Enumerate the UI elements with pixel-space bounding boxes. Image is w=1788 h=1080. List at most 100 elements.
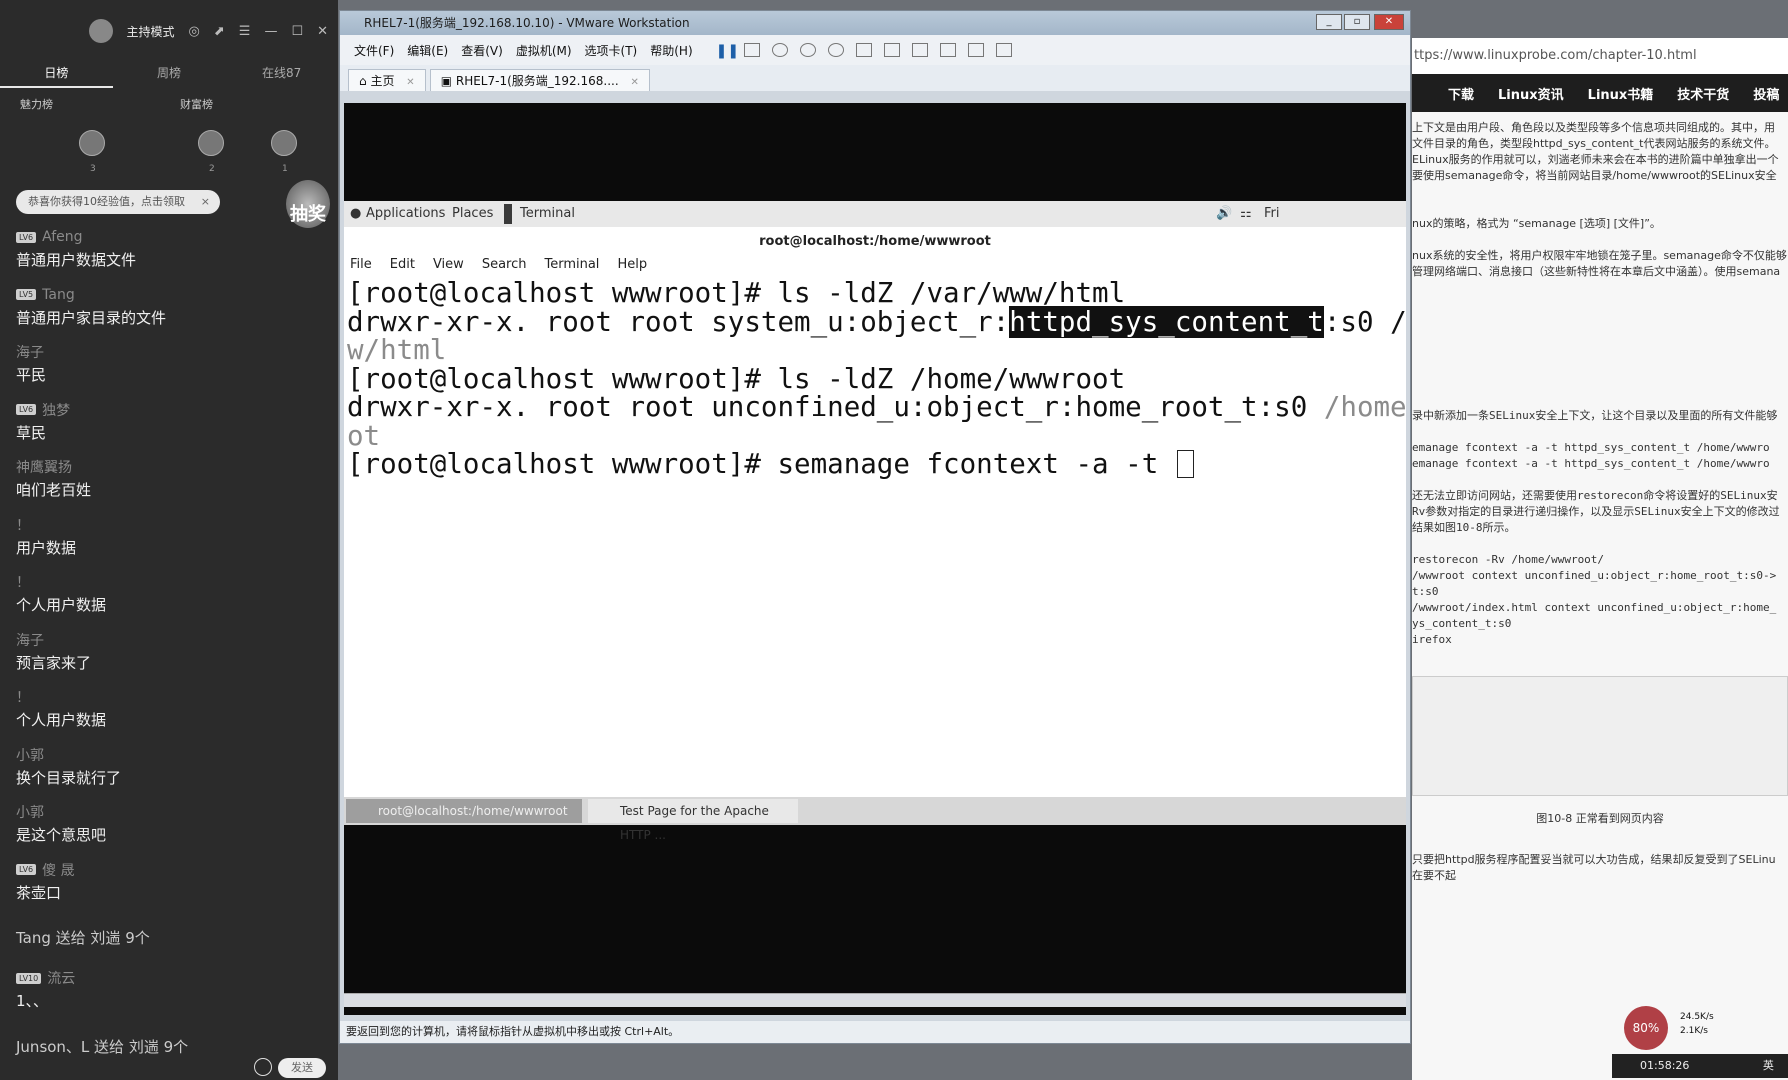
chat-username[interactable]: 神鹰翼扬 — [16, 457, 72, 477]
menu-help[interactable]: 帮助(H) — [650, 42, 692, 59]
terminal-window[interactable]: root@localhost:/home/wwwroot File Edit V… — [344, 227, 1406, 797]
pause-icon[interactable]: ❚❚ — [716, 43, 739, 59]
network-icon[interactable]: ⚏ — [1240, 201, 1252, 227]
rank-avatar-1[interactable] — [271, 130, 297, 156]
close-icon[interactable]: ✕ — [406, 77, 414, 88]
terminal-menu-search[interactable]: Search — [482, 257, 527, 279]
chat-text: Junson、L 送给 刘遄 9个 — [16, 1037, 189, 1056]
tab-daily[interactable]: 日榜 — [0, 62, 113, 88]
chat-message: 小郭 是这个意思吧 — [16, 801, 326, 859]
chat-username[interactable]: 小郭 — [16, 802, 44, 822]
rank-board: 魅力榜 财富榜 3 2 1 — [0, 88, 338, 188]
places-menu[interactable]: Places — [452, 201, 493, 227]
chat-text: 换个目录就行了 — [16, 768, 122, 787]
minimize-icon[interactable]: _ — [1316, 14, 1342, 30]
chat-username[interactable]: 独梦 — [42, 400, 70, 420]
menu-view[interactable]: 查看(V) — [461, 42, 503, 59]
close-icon[interactable]: ✕ — [317, 24, 328, 39]
sidebar-toggle-icon[interactable] — [855, 43, 872, 57]
unity-icon[interactable] — [939, 43, 956, 57]
article-line: /wwwroot context unconfined_u:object_r:h… — [1412, 569, 1777, 582]
tab-weekly[interactable]: 周榜 — [113, 62, 226, 88]
chat-username[interactable]: 傻 晟 — [42, 860, 74, 880]
terminal-app-label[interactable]: Terminal — [520, 201, 575, 227]
chat-username[interactable]: 海子 — [16, 342, 44, 362]
clock-label[interactable]: Fri — [1264, 201, 1280, 227]
send-button[interactable]: 发送 — [278, 1058, 326, 1078]
terminal-menu-view[interactable]: View — [433, 257, 464, 279]
terminal-text: [root@localhost wwwroot]# semanage fcont… — [347, 448, 1175, 479]
menu-icon[interactable]: ☰ — [239, 24, 251, 39]
close-icon[interactable]: ✕ — [630, 77, 638, 88]
stretch-guest-icon[interactable] — [995, 43, 1012, 57]
notice-close-icon[interactable]: × — [201, 190, 210, 214]
taskbar-firefox[interactable]: Test Page for the Apache HTTP ... — [588, 799, 798, 842]
nav-download[interactable]: 下载 — [1448, 84, 1474, 103]
address-bar[interactable]: ttps://www.linuxprobe.com/chapter-10.htm… — [1412, 38, 1788, 74]
record-time: 01:58:26 — [1640, 1059, 1690, 1072]
article-code: 录中新添加一条SELinux安全上下文，让这个目录以及里面的所有文件能够 eman… — [1412, 400, 1788, 648]
nav-submit[interactable]: 投稿 — [1753, 84, 1779, 103]
article-line: 录中新添加一条SELinux安全上下文，让这个目录以及里面的所有文件能够 — [1412, 409, 1778, 422]
terminal-menu-file[interactable]: File — [350, 257, 372, 279]
applications-menu[interactable]: Applications — [366, 201, 445, 227]
host-avatar[interactable] — [88, 19, 113, 43]
taskbar-terminal[interactable]: root@localhost:/home/wwwroot — [346, 799, 582, 823]
menu-vm[interactable]: 虚拟机(M) — [516, 42, 572, 59]
nav-books[interactable]: Linux书籍 — [1588, 84, 1654, 103]
vmware-window: RHEL7-1(服务端_192.168.10.10) - VMware Work… — [339, 10, 1411, 1044]
charm-rank-label[interactable]: 魅力榜 — [20, 96, 53, 112]
menu-tabs[interactable]: 选项卡(T) — [585, 42, 638, 59]
chat-username[interactable]: ！ — [16, 515, 30, 535]
chat-username[interactable]: ！ — [16, 572, 30, 592]
volume-icon[interactable]: 🔊 — [1216, 201, 1232, 227]
thumbnail-icon[interactable] — [883, 43, 900, 57]
minimize-icon[interactable]: — — [264, 24, 277, 39]
chat-username[interactable]: 海子 — [16, 630, 44, 650]
menu-file[interactable]: 文件(F) — [354, 42, 394, 59]
revert-snapshot-icon[interactable] — [799, 43, 816, 57]
settings-icon[interactable]: ◎ — [189, 24, 200, 39]
wealth-rank-label[interactable]: 财富榜 — [180, 96, 213, 112]
terminal-menu-edit[interactable]: Edit — [390, 257, 415, 279]
chat-username[interactable]: 小郭 — [16, 745, 44, 765]
terminal-output[interactable]: [root@localhost wwwroot]# ls -ldZ /var/w… — [344, 279, 1406, 479]
chat-username[interactable]: Tang — [42, 287, 75, 303]
console-view-icon[interactable] — [967, 43, 984, 57]
tab-vm[interactable]: ▣ RHEL7-1(服务端_192.168.... ✕ — [429, 69, 650, 91]
terminal-menu-help[interactable]: Help — [617, 257, 647, 279]
browser-page: ttps://www.linuxprobe.com/chapter-10.htm… — [1412, 38, 1788, 1080]
level-badge: LV6 — [16, 404, 37, 415]
terminal-menu-terminal[interactable]: Terminal — [544, 257, 599, 279]
tab-home[interactable]: ⌂ 主页 ✕ — [348, 69, 426, 91]
menu-edit[interactable]: 编辑(E) — [407, 42, 448, 59]
article-line: ys_content_t:s0 — [1412, 617, 1512, 630]
share-icon[interactable]: ⬈ — [214, 24, 225, 39]
rank-number: 2 — [209, 164, 215, 174]
ime-indicator[interactable]: 英 — [1763, 1059, 1774, 1072]
snapshot-manager-icon[interactable] — [827, 43, 844, 57]
maximize-icon[interactable]: ▫ — [1344, 14, 1370, 30]
article-line: /wwwroot/index.html context unconfined_u… — [1412, 601, 1777, 614]
rank-avatar-2[interactable] — [198, 130, 224, 156]
chat-username[interactable]: ！ — [16, 687, 30, 707]
emoji-icon[interactable] — [254, 1058, 272, 1076]
fullscreen-icon[interactable] — [911, 43, 928, 57]
lottery-button[interactable]: 抽奖 — [286, 180, 330, 228]
guest-display[interactable]: ● Applications Places Terminal 🔊 ⚏ Fri r… — [344, 103, 1406, 1015]
nav-news[interactable]: Linux资讯 — [1498, 84, 1564, 103]
article-line: 文件目录的角色，类型段httpd_sys_content_t代表网站服务的系统文… — [1412, 137, 1776, 150]
nav-tech[interactable]: 技术干货 — [1677, 84, 1729, 103]
chat-username[interactable]: 流云 — [47, 968, 75, 988]
article-line: 管理网络端口、消息接口（这些新特性将在本章后文中涵盖）。使用semana — [1412, 265, 1781, 278]
snapshot-icon[interactable] — [771, 43, 788, 57]
rank-avatar-3[interactable] — [79, 130, 105, 156]
tab-online[interactable]: 在线87 — [225, 62, 338, 88]
horizontal-scrollbar[interactable] — [344, 993, 1406, 1007]
reward-notice[interactable]: 恭喜你获得10经验值，点击领取 × — [16, 190, 220, 214]
upload-speed: 24.5K/s — [1680, 1012, 1714, 1022]
maximize-icon[interactable]: ☐ — [291, 24, 303, 39]
send-ctrl-alt-del-icon[interactable] — [743, 43, 760, 57]
chat-username[interactable]: Afeng — [42, 229, 82, 245]
close-icon[interactable]: ✕ — [1374, 14, 1404, 30]
